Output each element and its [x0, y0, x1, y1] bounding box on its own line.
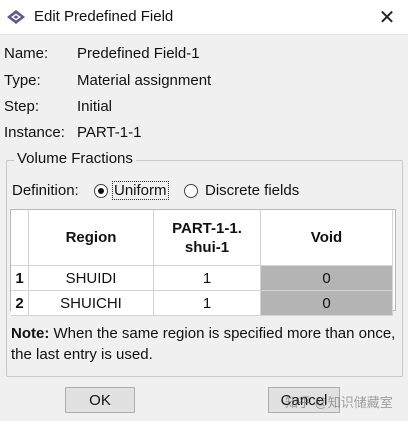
region-column-header[interactable]: Region [29, 210, 154, 266]
part-column-header[interactable]: PART-1-1. shui-1 [154, 210, 261, 266]
title-bar: Edit Predefined Field ✕ [0, 0, 408, 35]
definition-label: Definition: [12, 182, 79, 199]
volume-fractions-title: Volume Fractions [14, 150, 136, 167]
name-value: Predefined Field-1 [77, 45, 200, 62]
close-icon: ✕ [378, 6, 396, 29]
discrete-fields-radio-button[interactable] [184, 184, 198, 198]
region-header-text: Region [65, 229, 117, 246]
region-cell[interactable]: SHUICHI [29, 291, 154, 316]
volume-fraction-table: Region PART-1-1. shui-1 Void 1 SHUIDI 1 … [10, 209, 396, 316]
uniform-radio-button[interactable] [94, 184, 108, 198]
note-label: Note: [11, 325, 50, 342]
corner-header [11, 210, 29, 266]
part-header-line2: shui-1 [184, 238, 230, 256]
void-cell: 0 [261, 291, 393, 316]
part-header-line1: PART-1-1. [172, 219, 242, 237]
ok-button[interactable]: OK [65, 387, 135, 413]
void-column-header[interactable]: Void [261, 210, 393, 266]
window-title: Edit Predefined Field [34, 8, 174, 25]
step-value: Initial [77, 98, 113, 115]
region-cell[interactable]: SHUIDI [29, 266, 154, 291]
instance-label: Instance: [4, 124, 65, 141]
row-header-1[interactable]: 1 [11, 266, 29, 291]
instance-value: PART-1-1 [77, 124, 142, 141]
void-cell: 0 [261, 266, 393, 291]
row-header-2[interactable]: 2 [11, 291, 29, 316]
uniform-label[interactable]: Uniform [112, 181, 169, 200]
cancel-button[interactable]: Cancel [268, 387, 340, 413]
type-label: Type: [4, 72, 41, 89]
name-label: Name: [4, 45, 49, 62]
type-value: Material assignment [77, 72, 212, 89]
void-header-text: Void [310, 229, 343, 246]
close-button[interactable]: ✕ [372, 5, 402, 29]
note-body: When the same region is specified more t… [11, 325, 396, 363]
step-label: Step: [4, 98, 40, 115]
part-fraction-cell[interactable]: 1 [154, 291, 261, 316]
part-fraction-cell[interactable]: 1 [154, 266, 261, 291]
note-text: Note: When the same region is specified … [11, 323, 397, 365]
discrete-fields-label[interactable]: Discrete fields [205, 182, 299, 199]
abaqus-app-icon [7, 10, 25, 24]
